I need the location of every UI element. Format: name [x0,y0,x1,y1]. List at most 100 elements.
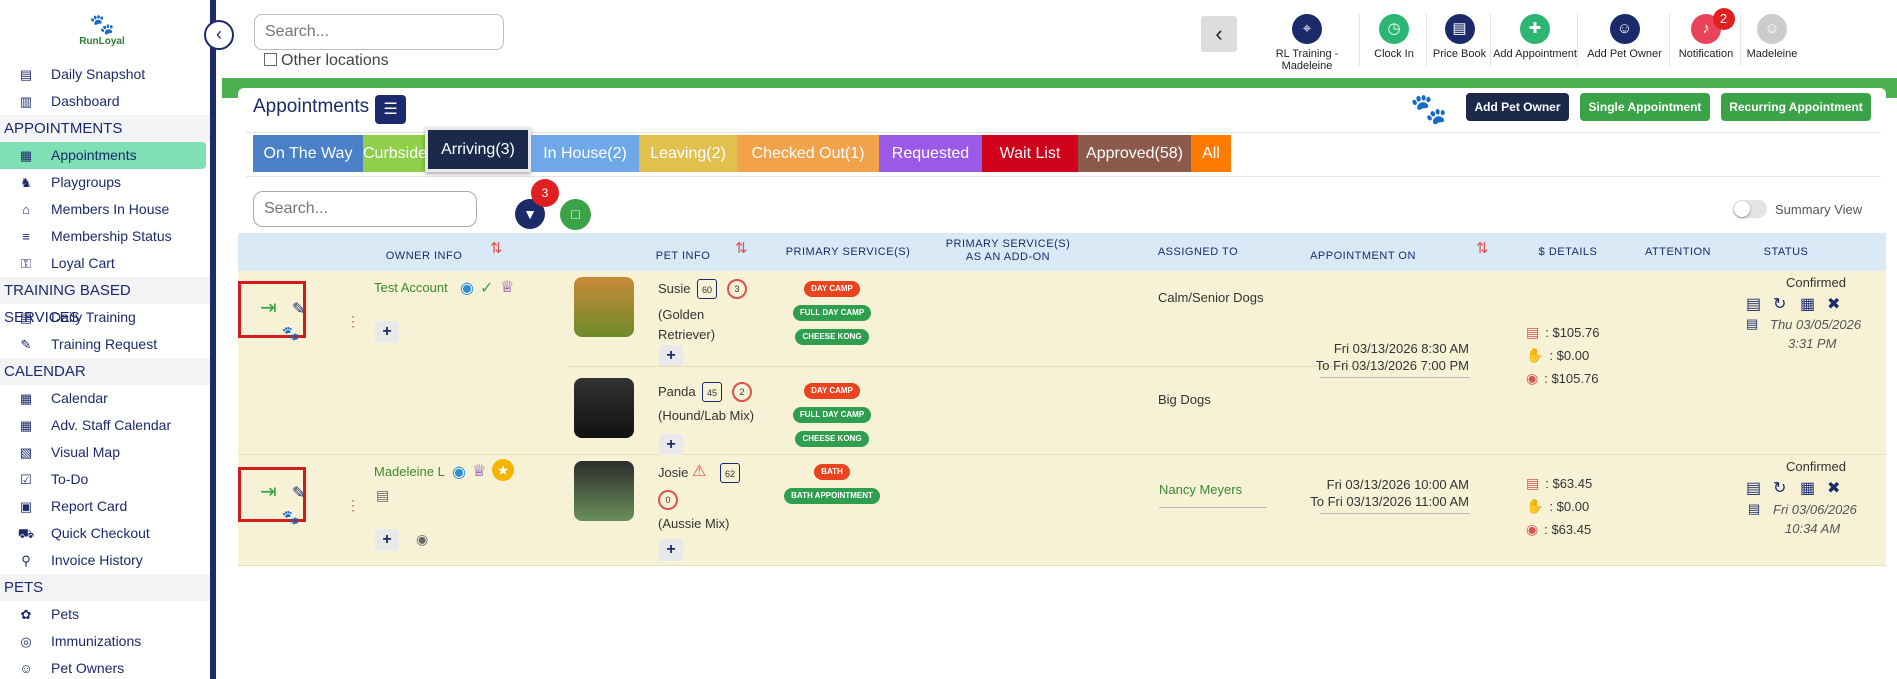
paw-icon[interactable]: 🐾 [282,325,299,342]
list-icon[interactable]: ☰ [375,95,406,124]
tab-on-the-way[interactable]: On The Way [253,135,363,172]
appointment-search-input[interactable] [253,191,477,227]
avatar-icon[interactable]: ☺ [1757,14,1787,44]
toolbar-madeleine-button[interactable]: ☺ Madeleine [1743,14,1801,66]
sidebar-item-report-card[interactable]: ▣ Report Card [0,493,210,520]
single-appointment-button[interactable]: Single Appointment [1580,93,1710,121]
refresh-icon[interactable]: ↻ [1773,478,1786,498]
tab-all[interactable]: All [1191,135,1231,172]
add-button[interactable]: + [659,539,683,561]
add-button[interactable]: + [375,529,399,551]
chat-icon[interactable]: ◉ [460,278,474,298]
back-button[interactable]: ‹ [1201,16,1237,52]
more-options-icon[interactable]: ⋮ [346,314,360,328]
more-options-icon[interactable]: ⋮ [346,498,360,512]
sidebar-item-members-in-house[interactable]: ⌂ Members In House [0,196,210,223]
sidebar-item-pet-owners[interactable]: ☺ Pet Owners [0,655,210,679]
location-pin-icon[interactable]: ⌖ [1292,14,1322,44]
sidebar-item-visual-map[interactable]: ▧ Visual Map [0,439,210,466]
sidebar-item-pets[interactable]: ✿ Pets [0,601,210,628]
add-pet-owner-button[interactable]: Add Pet Owner [1466,93,1569,121]
sidebar-section-header: TRAINING BASED SERVICES [0,277,210,326]
tab-arriving[interactable]: Arriving(3) [425,127,531,172]
toolbar-add-appointment-button[interactable]: ✚ Add Appointment [1493,14,1578,66]
sidebar-item-label: Dashboard [51,93,120,109]
summary-view-toggle[interactable]: Summary View [1733,200,1862,218]
pet-name[interactable]: Susie [658,281,691,296]
price-book-icon[interactable]: ▤ [1444,14,1475,44]
add-button[interactable]: + [375,321,399,343]
check-in-icon[interactable]: ⇥ [260,295,277,320]
col-owner-info[interactable]: OWNER INFO [374,250,474,262]
paw-icon[interactable]: 🐾 [282,509,299,526]
view-icon[interactable]: ▤ [1746,294,1761,314]
sidebar-item-membership-status[interactable]: ≡ Membership Status [0,223,210,250]
check-in-icon[interactable]: ⇥ [260,479,277,504]
sidebar-item-dashboard[interactable]: ▥ Dashboard [0,88,210,115]
chat-icon[interactable]: ◉ [452,462,466,482]
add-button[interactable]: + [659,345,683,367]
toolbar-add-pet-owner-button[interactable]: ☺ Add Pet Owner [1580,14,1670,66]
col-appointment-on[interactable]: APPOINTMENT ON [1303,250,1423,262]
assigned-staff-link[interactable]: Nancy Meyers [1159,482,1242,497]
toolbar-rl-training-madeleine-button[interactable]: ⌖ RL Training - Madeleine [1255,14,1360,72]
checkbox-icon[interactable] [264,53,277,66]
sidebar-item-loyal-cart[interactable]: ⚿ Loyal Cart [0,250,210,277]
owner-name[interactable]: Madeleine L [374,464,445,479]
divider [1159,507,1267,508]
view-icon[interactable]: ▤ [1746,478,1761,498]
collapse-sidebar-button[interactable]: ‹ [204,20,234,50]
tab-curbside[interactable]: Curbside [363,135,427,172]
tab-checked-out[interactable]: Checked Out(1) [737,135,879,172]
pet-name[interactable]: Panda [658,384,696,399]
pet-photo[interactable] [574,461,634,521]
sidebar-item-playgroups[interactable]: ♞ Playgroups [0,169,210,196]
notes-icon[interactable]: ✎ [292,483,305,503]
sidebar-item-adv-staff-calendar[interactable]: ▦ Adv. Staff Calendar [0,412,210,439]
grid-icon[interactable]: ▦ [1800,294,1815,314]
tab-requested[interactable]: Requested [879,135,982,172]
sidebar-item-appointments[interactable]: ▦ Appointments [0,142,206,169]
sidebar-item-quick-checkout[interactable]: ⛟ Quick Checkout [0,520,210,547]
add-user-icon[interactable]: ☺ [1609,14,1640,44]
tab-in-house[interactable]: In House(2) [531,135,639,172]
toolbar-clock-in-button[interactable]: ◷ Clock In [1362,14,1427,66]
pet-photo[interactable] [574,378,634,438]
sidebar-item-invoice-history[interactable]: ⚲ Invoice History [0,547,210,574]
toolbar-price-book-button[interactable]: ▤ Price Book [1429,14,1491,66]
col-pet-info[interactable]: PET INFO [648,250,718,262]
grid-icon[interactable]: ▦ [1800,478,1815,498]
sidebar-item-to-do[interactable]: ☑ To-Do [0,466,210,493]
tab-wait-list[interactable]: Wait List [982,135,1078,172]
sidebar-item-calendar[interactable]: ▦ Calendar [0,385,210,412]
recurring-appointment-button[interactable]: Recurring Appointment [1721,93,1871,121]
clock-icon[interactable]: ◷ [1379,14,1409,44]
toggle-icon[interactable] [1733,200,1767,218]
pet-photo[interactable] [574,277,634,337]
tools-icon[interactable]: ✖ [1827,294,1840,314]
invoice-icon: ▤ [1526,324,1540,340]
sidebar-item-training-request[interactable]: ✎ Training Request [0,331,210,358]
logo[interactable]: 🐾 RunLoyal [72,14,132,47]
sidebar-item-daily-snapshot[interactable]: ▤ Daily Snapshot [0,61,210,88]
tab-leaving[interactable]: Leaving(2) [639,135,737,172]
sidebar-menu: ▤ Daily Snapshot ▥ Dashboard APPOINTMENTS ▦ Ap… [0,61,210,679]
sidebar-item-daily-training[interactable]: ▤ Daily Training [0,304,210,331]
notes-icon[interactable]: ✎ [292,299,305,319]
appointment-end: To Fri 03/13/2026 11:00 AM [1310,494,1469,509]
tab-approved[interactable]: Approved(58) [1078,135,1191,172]
toolbar-notification-button[interactable]: ♪ Notification 2 [1672,8,1741,66]
card-icon[interactable]: ▤ [376,487,389,504]
other-locations-checkbox[interactable]: Other locations [264,52,389,70]
refresh-icon[interactable]: ↻ [1773,294,1786,314]
folder-button[interactable]: □ [560,199,591,230]
add-appointment-icon[interactable]: ✚ [1520,14,1550,44]
global-search-input[interactable] [254,14,504,50]
owner-name[interactable]: Test Account [374,280,448,295]
pet-name[interactable]: Josie [658,465,688,480]
add-button[interactable]: + [659,434,683,456]
camera-icon[interactable]: ◉ [416,531,428,548]
sidebar-item-immunizations[interactable]: ◎ Immunizations [0,628,210,655]
service-list: BATH BATH APPOINTMENT [778,461,886,504]
tools-icon[interactable]: ✖ [1827,478,1840,498]
